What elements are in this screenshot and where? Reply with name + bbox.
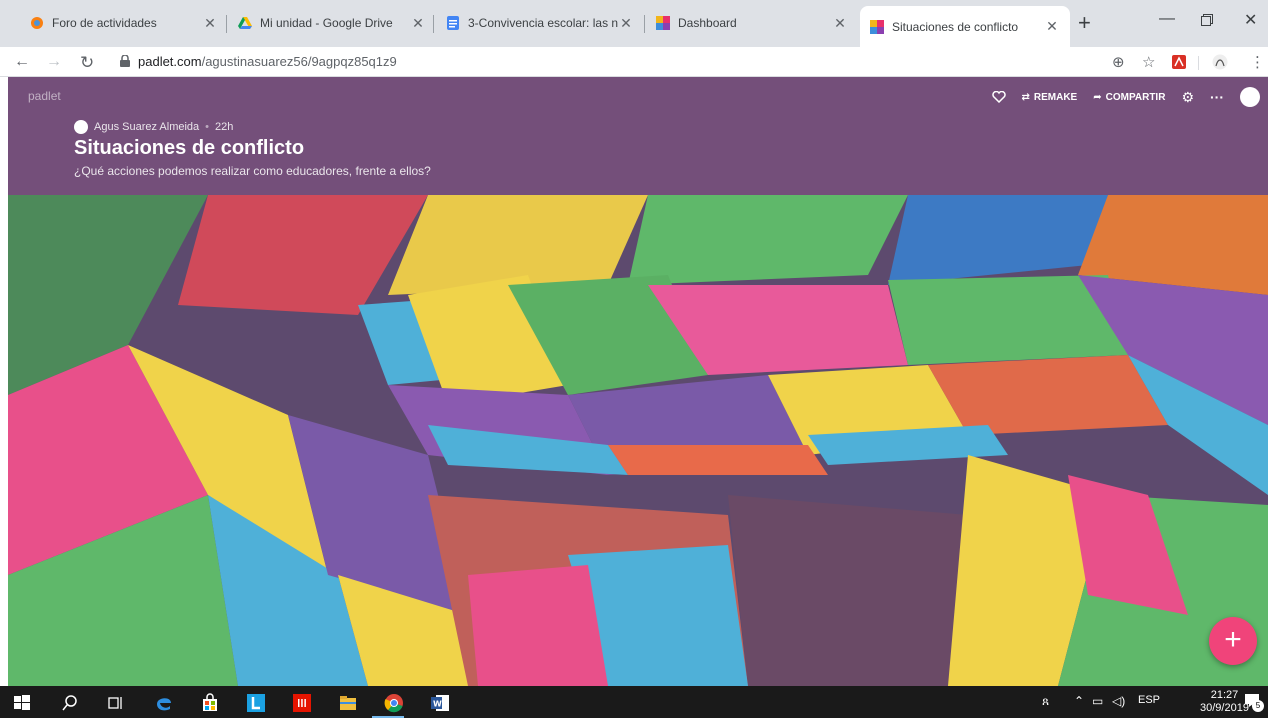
notification-badge: 5 (1252, 700, 1264, 712)
clock-time: 21:27 (1210, 689, 1239, 701)
padlet-logo[interactable]: padlet (28, 89, 61, 103)
close-icon[interactable]: ✕ (410, 15, 426, 32)
network-icon[interactable]: ▭ (1092, 694, 1103, 708)
close-icon[interactable]: ✕ (202, 15, 218, 32)
url-host: padlet.com (138, 54, 202, 69)
svg-text:W: W (433, 700, 442, 709)
restore-icon[interactable] (1201, 14, 1213, 26)
author-avatar[interactable] (74, 120, 88, 134)
tab-title: 3-Convivencia escolar: las nue (468, 16, 618, 30)
tab-title: Dashboard (678, 16, 737, 30)
padlet-favicon-icon (656, 16, 670, 30)
edge-browser-icon[interactable] (154, 693, 174, 713)
tab-foro[interactable]: Foro de actividades ✕ (20, 8, 228, 38)
author-row: Agus Suarez Almeida • 22h (74, 120, 233, 134)
remake-icon: ⇄ (1021, 91, 1030, 103)
search-icon[interactable] (60, 693, 80, 713)
task-view-icon[interactable] (106, 693, 126, 713)
file-explorer-icon[interactable] (338, 693, 358, 713)
profile-avatar-icon[interactable] (1212, 54, 1228, 70)
wallpaper-background (8, 195, 1268, 686)
page-subtitle: ¿Qué acciones podemos realizar como educ… (74, 164, 431, 178)
lock-icon (120, 55, 130, 67)
lesson-app-icon[interactable] (246, 693, 266, 713)
settings-gear-icon[interactable]: ⚙ (1181, 89, 1194, 106)
page-title: Situaciones de conflicto (74, 137, 305, 159)
author-name[interactable]: Agus Suarez Almeida (94, 121, 199, 133)
browser-tab-bar: Foro de actividades ✕ Mi unidad - Google… (0, 0, 1268, 47)
add-extension-icon[interactable]: ⊕ (1112, 53, 1125, 71)
tab-divider (644, 15, 645, 33)
volume-icon[interactable]: ◁) (1112, 694, 1125, 708)
people-icon[interactable]: ጸ (1042, 694, 1049, 709)
padlet-header: padlet ⇄ REMAKE ➦ COMPARTIR ⚙ ··· Agus Sua… (8, 77, 1268, 195)
chrome-icon[interactable] (384, 693, 404, 713)
store-icon[interactable] (200, 693, 220, 713)
show-hidden-icons-chevron[interactable]: ⌃ (1074, 694, 1084, 708)
remake-label: REMAKE (1033, 91, 1078, 103)
system-clock[interactable]: 21:27 30/9/2019 (1200, 689, 1249, 715)
header-actions: ⇄ REMAKE ➦ COMPARTIR ⚙ ··· (976, 87, 1260, 107)
close-icon[interactable]: ✕ (1044, 18, 1060, 35)
close-icon[interactable]: ✕ (832, 15, 848, 32)
google-docs-icon (447, 16, 459, 30)
tab-title: Mi unidad - Google Drive (260, 16, 393, 30)
close-icon[interactable]: ✕ (618, 15, 634, 32)
heart-icon[interactable] (991, 91, 1006, 103)
pdf-extension-icon[interactable] (1172, 55, 1186, 69)
tab-dashboard[interactable]: Dashboard ✕ (646, 8, 858, 38)
tab-drive[interactable]: Mi unidad - Google Drive ✕ (228, 8, 436, 38)
share-arrow-icon: ➦ (1093, 91, 1102, 103)
tab-situaciones-active[interactable]: Situaciones de conflicto ✕ (860, 6, 1070, 47)
windows-start-icon[interactable] (12, 693, 32, 713)
moodle-favicon-icon (31, 17, 43, 29)
new-tab-button[interactable]: + (1078, 10, 1091, 36)
window-close-icon[interactable]: ✕ (1244, 10, 1257, 30)
forward-arrow-icon[interactable]: → (46, 53, 62, 71)
minimize-icon[interactable]: — (1159, 10, 1175, 28)
tab-divider (433, 15, 434, 33)
chrome-menu-icon[interactable]: ⋮ (1250, 53, 1265, 71)
ribbons-wallpaper-image (8, 195, 1268, 686)
language-indicator[interactable]: ESP (1138, 694, 1160, 706)
google-drive-icon (238, 17, 252, 29)
add-post-button[interactable]: + (1209, 617, 1257, 665)
tab-title: Situaciones de conflicto (892, 19, 1019, 34)
bookmark-star-icon[interactable]: ☆ (1142, 53, 1155, 71)
toolbar-divider (1198, 56, 1199, 70)
app-red-icon[interactable] (292, 693, 312, 713)
clock-date: 30/9/2019 (1200, 702, 1249, 714)
tab-divider (226, 15, 227, 33)
post-time: 22h (215, 121, 234, 133)
windows-taskbar: W ጸ ⌃ ▭ ◁) ESP 21:27 30/9/2019 5 (0, 686, 1268, 718)
remake-button[interactable]: ⇄ REMAKE (1022, 92, 1078, 103)
url-field[interactable]: padlet.com/agustinasuarez56/9agpqz85q1z9 (138, 54, 397, 69)
url-path: /agustinasuarez56/9agpqz85q1z9 (201, 54, 397, 69)
tab-title: Foro de actividades (52, 16, 157, 30)
padlet-favicon-icon (870, 19, 884, 34)
separator-dot: • (205, 121, 210, 133)
address-bar-row: ← → ↻ padlet.com/agustinasuarez56/9agpqz… (0, 47, 1268, 77)
share-label: COMPARTIR (1105, 91, 1166, 103)
word-icon[interactable]: W (430, 693, 450, 713)
more-options-button[interactable]: ··· (1210, 89, 1224, 105)
back-arrow-icon[interactable]: ← (14, 53, 30, 71)
reload-icon[interactable]: ↻ (80, 53, 94, 73)
user-avatar[interactable] (1240, 87, 1260, 107)
notifications-icon[interactable]: 5 (1244, 692, 1264, 712)
tab-docs[interactable]: 3-Convivencia escolar: las nue ✕ (436, 8, 644, 38)
share-button[interactable]: ➦ COMPARTIR (1093, 92, 1165, 103)
